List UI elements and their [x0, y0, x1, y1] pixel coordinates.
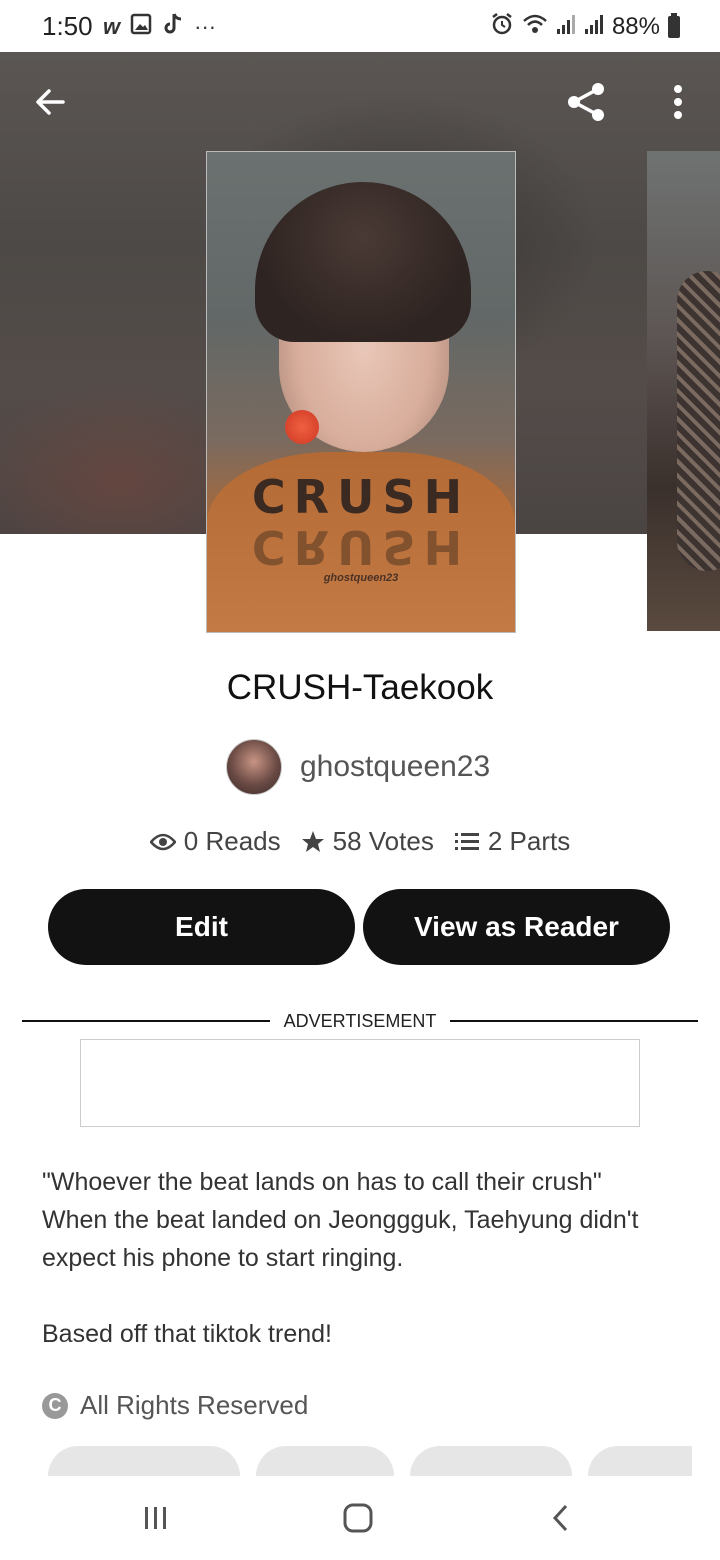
author-name[interactable]: ghostqueen23: [300, 750, 490, 784]
cover-title: CRUSH: [251, 470, 471, 524]
eye-icon: [149, 833, 176, 850]
cover-artwork: [677, 271, 720, 571]
vertical-dots-icon: [674, 85, 682, 119]
parts-count: 2 Parts: [487, 826, 571, 856]
cover-title-mirror: CRUSH: [251, 520, 471, 574]
reads-stat: 0 Reads: [149, 826, 281, 857]
votes-count: 58 Votes: [332, 826, 434, 856]
share-button[interactable]: [562, 78, 610, 126]
votes-stat: 58 Votes: [301, 826, 434, 857]
copyright-icon: C: [42, 1392, 68, 1419]
system-icons: 88%: [490, 12, 680, 41]
story-stats: 0 Reads 58 Votes 2 Parts: [0, 826, 720, 857]
recent-apps-button[interactable]: [126, 1498, 186, 1538]
copyright-text: All Rights Reserved: [80, 1390, 309, 1420]
divider: [22, 1020, 270, 1022]
system-back-button[interactable]: [530, 1498, 590, 1538]
star-icon: [301, 830, 324, 852]
more-icon: ···: [194, 13, 217, 39]
tiktok-icon: [162, 12, 184, 41]
battery-percent: 88%: [611, 12, 660, 40]
divider: [450, 1020, 698, 1022]
tag-chip[interactable]: [588, 1446, 692, 1476]
recent-apps-icon: [145, 1507, 166, 1529]
cover-author: ghostqueen23: [323, 572, 399, 584]
story-title: CRUSH-Taekook: [226, 668, 494, 707]
battery-icon: [668, 12, 680, 38]
advertisement-slot[interactable]: [80, 1039, 640, 1127]
tag-chip[interactable]: [48, 1446, 240, 1476]
back-button[interactable]: [26, 78, 74, 126]
alarm-icon: [490, 12, 514, 41]
advertisement-label: ADVERTISEMENT: [283, 1011, 437, 1031]
notification-icons: w ···: [103, 12, 216, 41]
reads-count: 0 Reads: [183, 826, 281, 856]
system-navigation-bar: [0, 1476, 720, 1560]
list-icon: [454, 832, 479, 850]
author-link[interactable]: ghostqueen23: [226, 739, 490, 795]
arrow-left-icon: [36, 89, 65, 115]
edit-button[interactable]: Edit: [48, 889, 355, 965]
cover-artwork: [285, 410, 319, 444]
signal-icon: [584, 13, 604, 40]
tag-chip[interactable]: [410, 1446, 572, 1476]
wattpad-icon: w: [103, 13, 121, 39]
signal-icon: [556, 13, 576, 40]
tag-chip[interactable]: [256, 1446, 394, 1476]
parts-stat[interactable]: 2 Parts: [454, 826, 570, 857]
home-icon: [343, 1503, 373, 1533]
status-time: 1:50: [42, 11, 93, 41]
view-as-reader-button[interactable]: View as Reader: [363, 889, 670, 965]
avatar[interactable]: [226, 739, 282, 795]
share-icon: [568, 83, 604, 121]
status-bar: 1:50 w ··· 88%: [0, 0, 720, 52]
wifi-icon: [522, 13, 548, 40]
story-cover[interactable]: CRUSH CRUSH ghostqueen23: [206, 151, 516, 633]
gallery-icon: [130, 13, 152, 40]
story-description: "Whoever the beat lands on has to call t…: [42, 1168, 639, 1348]
copyright-row: C All Rights Reserved: [42, 1390, 308, 1421]
tag-list: [48, 1446, 692, 1476]
next-story-cover[interactable]: [647, 151, 720, 631]
home-button[interactable]: [328, 1498, 388, 1538]
chevron-left-icon: [552, 1504, 568, 1532]
more-options-button[interactable]: [654, 78, 702, 126]
cover-artwork: [255, 182, 471, 342]
